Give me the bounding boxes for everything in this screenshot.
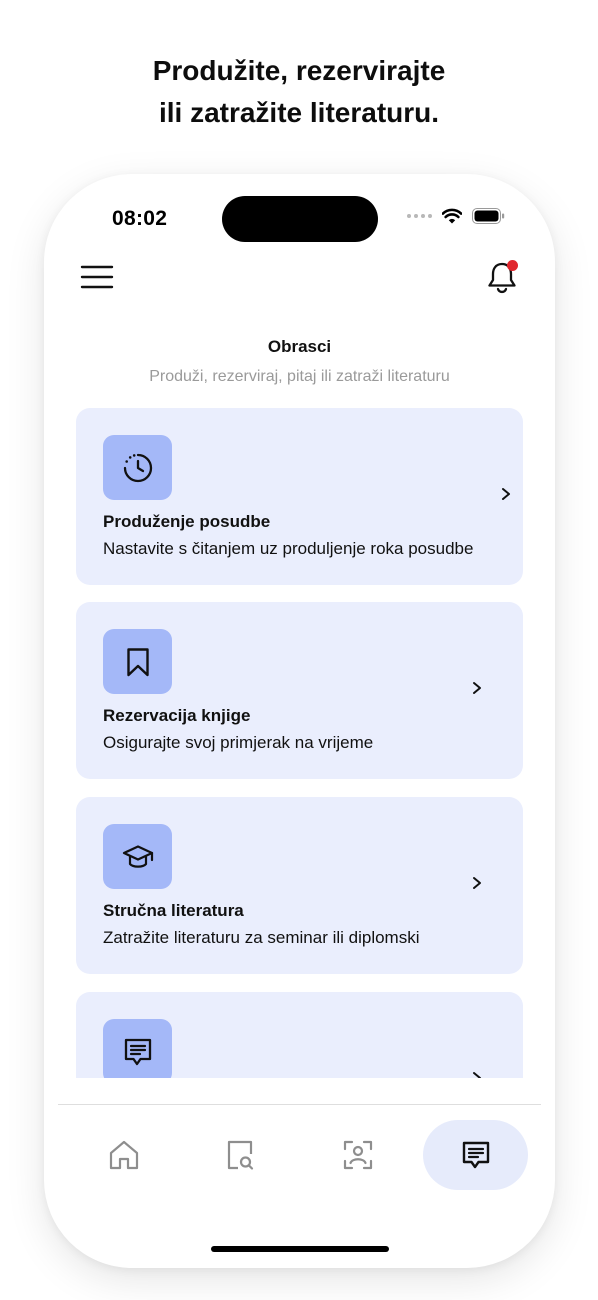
dynamic-island (222, 196, 378, 242)
status-icons (407, 208, 505, 224)
form-card-description: Osigurajte svoj primjerak na vrijeme (103, 733, 374, 752)
form-icon-tile (103, 824, 172, 889)
bookmark-icon (126, 647, 149, 676)
status-time: 08:02 (112, 207, 168, 230)
document-search-icon (227, 1140, 254, 1170)
form-icon-tile (103, 435, 172, 500)
form-card-description: Nastavite s čitanjem uz produljenje roka… (103, 539, 474, 558)
phone-frame: 08:02 Obrasci Produži, rezerviraj, pitaj… (44, 174, 555, 1268)
hamburger-menu-icon (80, 265, 114, 289)
form-card-description: Zatražite literaturu za seminar ili dipl… (103, 928, 420, 947)
form-icon-tile (103, 1019, 172, 1078)
message-icon (462, 1141, 489, 1169)
notifications-button[interactable] (483, 258, 521, 296)
graduation-cap-icon (122, 844, 153, 868)
form-card-question[interactable] (76, 992, 523, 1078)
page-subtitle: Produži, rezerviraj, pitaj ili zatraži l… (149, 368, 450, 385)
tab-bar-divider (58, 1104, 541, 1105)
tab-home[interactable] (88, 1120, 160, 1190)
headline-line-1: Produžite, rezervirajte (152, 55, 446, 86)
form-card-title: Rezervacija knjige (103, 706, 251, 725)
wifi-icon (442, 208, 462, 224)
tab-forms[interactable] (423, 1120, 528, 1190)
chevron-right-icon (473, 877, 481, 889)
headline-line-2: ili zatražite literaturu. (158, 97, 440, 128)
message-icon (124, 1038, 151, 1065)
notification-badge (507, 260, 518, 271)
form-card-title: Stručna literatura (103, 901, 244, 920)
page-title: Obrasci (267, 337, 332, 356)
marketing-headline: Produžite, rezervirajte ili zatražite li… (0, 50, 598, 134)
tab-scan[interactable] (322, 1120, 394, 1190)
menu-button[interactable] (80, 262, 114, 292)
chevron-right-icon (502, 488, 510, 500)
chevron-right-icon (473, 682, 481, 694)
chevron-right-icon (473, 1072, 481, 1078)
timer-icon (123, 453, 152, 482)
form-card-book-reservation[interactable]: Rezervacija knjige Osigurajte svoj primj… (76, 602, 523, 779)
home-icon (109, 1140, 139, 1170)
forms-list[interactable]: Produženje posudbe Nastavite s čitanjem … (44, 406, 555, 1078)
form-card-professional-literature[interactable]: Stručna literatura Zatražite literaturu … (76, 797, 523, 974)
form-card-loan-extension[interactable]: Produženje posudbe Nastavite s čitanjem … (76, 408, 523, 585)
home-indicator (211, 1246, 389, 1252)
face-scan-icon (343, 1140, 373, 1170)
form-icon-tile (103, 629, 172, 694)
battery-icon (472, 208, 505, 224)
tab-catalog-search[interactable] (204, 1120, 276, 1190)
cellular-signal-icon (407, 214, 432, 218)
form-card-title: Produženje posudbe (103, 512, 271, 531)
